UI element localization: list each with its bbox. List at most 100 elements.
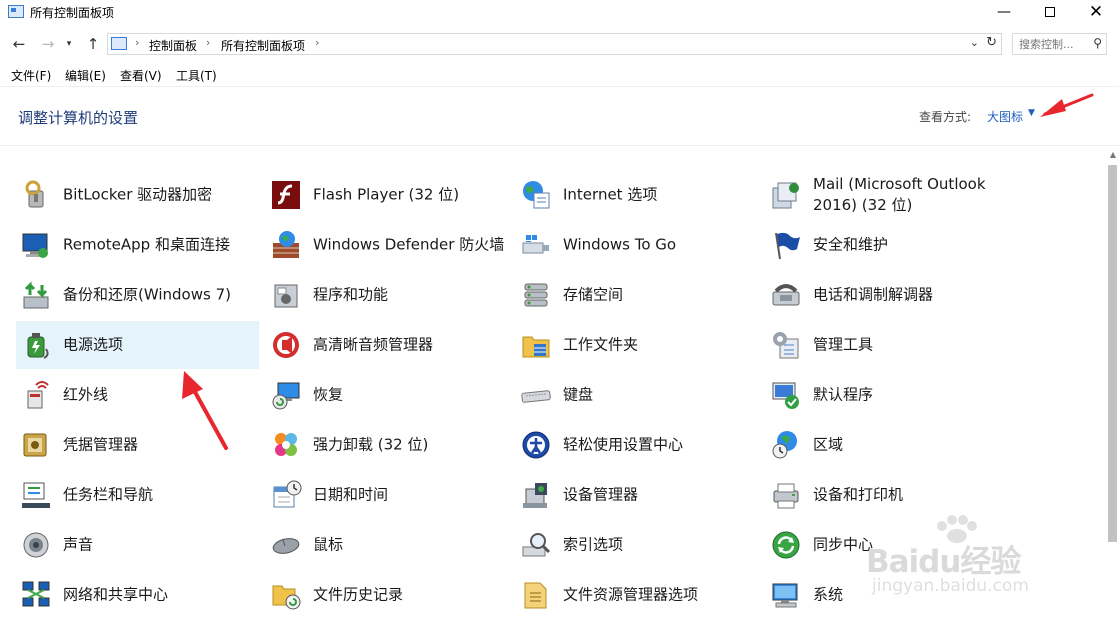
watermark-url: jingyan.baidu.com <box>872 576 1029 596</box>
cp-item-programs-features[interactable]: 程序和功能 <box>266 271 509 319</box>
cp-item-mail[interactable]: Mail (Microsoft Outlook 2016) (32 位) <box>766 171 1009 219</box>
cp-item-label: 安全和维护 <box>813 235 889 254</box>
cp-item-firewall[interactable]: Windows Defender 防火墙 <box>266 221 509 269</box>
menu-bar: 文件(F) 编辑(E) 查看(V) 工具(T) <box>0 64 1119 87</box>
backup-restore-icon <box>20 279 52 311</box>
network-sharing-icon <box>20 579 52 611</box>
default-programs-icon <box>770 379 802 411</box>
keyboard-icon <box>520 379 552 411</box>
menu-view[interactable]: 查看(V) <box>120 67 162 84</box>
cp-item-internet-options[interactable]: Internet 选项 <box>516 171 759 219</box>
menu-file[interactable]: 文件(F) <box>11 67 51 84</box>
cp-item-backup-restore[interactable]: 备份和还原(Windows 7) <box>16 271 259 319</box>
close-button[interactable]: ✕ <box>1073 0 1119 26</box>
menu-tools[interactable]: 工具(T) <box>176 67 217 84</box>
breadcrumb-all-items[interactable]: 所有控制面板项 <box>221 37 305 54</box>
cp-item-remoteapp[interactable]: RemoteApp 和桌面连接 <box>16 221 259 269</box>
minimize-icon: — <box>997 4 1011 20</box>
cp-item-region[interactable]: 区域 <box>766 421 1009 469</box>
search-input[interactable] <box>1019 36 1085 52</box>
cp-item-mouse[interactable]: 鼠标 <box>266 521 509 569</box>
mail-icon <box>770 179 802 211</box>
cp-item-label: 工作文件夹 <box>563 335 639 354</box>
menu-edit[interactable]: 编辑(E) <box>65 67 106 84</box>
maximize-button[interactable] <box>1027 0 1073 26</box>
cp-item-device-manager[interactable]: 设备管理器 <box>516 471 759 519</box>
audio-manager-icon <box>270 329 302 361</box>
scrollbar-thumb[interactable] <box>1108 165 1117 542</box>
explorer-options-icon <box>520 579 552 611</box>
forward-button[interactable]: → <box>38 34 58 54</box>
sound-icon <box>20 529 52 561</box>
cp-item-label: 设备和打印机 <box>813 485 904 504</box>
programs-features-icon <box>270 279 302 311</box>
address-bar[interactable]: › 控制面板 › 所有控制面板项 › ⌄ ↻ <box>107 33 1002 55</box>
cp-item-audio-manager[interactable]: 高清晰音频管理器 <box>266 321 509 369</box>
cp-item-date-time[interactable]: 日期和时间 <box>266 471 509 519</box>
cp-item-label: 索引选项 <box>563 535 624 554</box>
cp-item-infrared[interactable]: 红外线 <box>16 371 259 419</box>
cp-item-bitlocker[interactable]: BitLocker 驱动器加密 <box>16 171 259 219</box>
minimize-button[interactable]: — <box>981 0 1027 26</box>
watermark-brand: Baidu经验 <box>866 544 1021 580</box>
devices-printers-icon <box>770 479 802 511</box>
security-flag-icon <box>770 229 802 261</box>
window-title: 所有控制面板项 <box>30 6 115 20</box>
infrared-icon <box>20 379 52 411</box>
system-icon <box>770 579 802 611</box>
file-history-icon <box>270 579 302 611</box>
cp-item-flash-player[interactable]: Flash Player (32 位) <box>266 171 509 219</box>
view-by-dropdown[interactable]: 大图标 <box>987 108 1023 125</box>
cp-item-storage-spaces[interactable]: 存储空间 <box>516 271 759 319</box>
view-by-label: 查看方式: <box>919 110 972 124</box>
search-box[interactable]: ⚲ <box>1012 33 1107 55</box>
search-icon[interactable]: ⚲ <box>1093 36 1102 50</box>
cp-item-power-options[interactable]: 电源选项 <box>16 321 259 369</box>
up-arrow-icon: ↑ <box>86 35 100 53</box>
cp-item-label: RemoteApp 和桌面连接 <box>63 235 230 254</box>
chevron-right-icon[interactable]: › <box>315 36 319 49</box>
cp-item-credential-manager[interactable]: 凭据管理器 <box>16 421 259 469</box>
cp-item-work-folders[interactable]: 工作文件夹 <box>516 321 759 369</box>
cp-item-windows-to-go[interactable]: Windows To Go <box>516 221 759 269</box>
scroll-up-arrow-icon: ▲ <box>1109 150 1117 159</box>
chevron-right-icon[interactable]: › <box>206 36 210 49</box>
cp-item-devices-printers[interactable]: 设备和打印机 <box>766 471 1009 519</box>
cp-item-label: 程序和功能 <box>313 285 389 304</box>
cp-item-ease-of-access[interactable]: 轻松使用设置中心 <box>516 421 759 469</box>
refresh-icon[interactable]: ↻ <box>986 35 997 50</box>
cp-item-security-flag[interactable]: 安全和维护 <box>766 221 1009 269</box>
cp-item-default-programs[interactable]: 默认程序 <box>766 371 1009 419</box>
cp-item-label: 电话和调制解调器 <box>813 285 934 304</box>
watermark: Baidu经验 jingyan.baidu.com <box>862 514 1062 604</box>
scroll-up-button[interactable]: ▲ <box>1107 150 1119 162</box>
cp-item-label: BitLocker 驱动器加密 <box>63 185 213 204</box>
control-panel-icon <box>8 5 24 18</box>
breadcrumb-control-panel[interactable]: 控制面板 <box>149 37 197 54</box>
cp-item-sound[interactable]: 声音 <box>16 521 259 569</box>
cp-item-label: 任务栏和导航 <box>63 485 154 504</box>
cp-item-explorer-options[interactable]: 文件资源管理器选项 <box>516 571 759 619</box>
up-button[interactable]: ↑ <box>83 34 103 54</box>
cp-item-label: 存储空间 <box>563 285 624 304</box>
cp-item-label: 恢复 <box>313 385 344 404</box>
cp-item-uninstaller[interactable]: 强力卸载 (32 位) <box>266 421 509 469</box>
back-button[interactable]: ← <box>9 34 29 54</box>
cp-item-label: 设备管理器 <box>563 485 639 504</box>
cp-item-recovery[interactable]: 恢复 <box>266 371 509 419</box>
recent-locations-button[interactable]: ▾ <box>62 34 76 54</box>
cp-item-network-sharing[interactable]: 网络和共享中心 <box>16 571 259 619</box>
cp-item-label: Mail (Microsoft Outlook 2016) (32 位) <box>813 175 986 214</box>
cp-item-label: 文件资源管理器选项 <box>563 585 699 604</box>
cp-item-keyboard[interactable]: 键盘 <box>516 371 759 419</box>
cp-item-label: Flash Player (32 位) <box>313 185 460 204</box>
cp-item-label: 轻松使用设置中心 <box>563 435 684 454</box>
content-header: 调整计算机的设置 查看方式: 大图标 ▼ <box>0 87 1119 146</box>
cp-item-indexing-options[interactable]: 索引选项 <box>516 521 759 569</box>
cp-item-file-history[interactable]: 文件历史记录 <box>266 571 509 619</box>
cp-item-phone-modem[interactable]: 电话和调制解调器 <box>766 271 1009 319</box>
caret-down-icon[interactable]: ▼ <box>1028 108 1035 118</box>
address-dropdown-icon[interactable]: ⌄ <box>970 36 979 49</box>
cp-item-taskbar-navigation[interactable]: 任务栏和导航 <box>16 471 259 519</box>
cp-item-admin-tools[interactable]: 管理工具 <box>766 321 1009 369</box>
